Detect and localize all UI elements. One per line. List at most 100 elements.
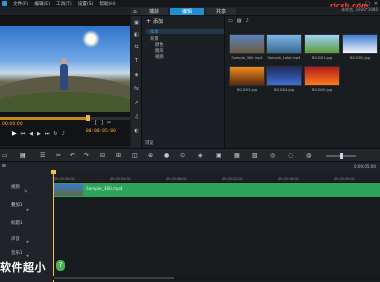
watermark-badge: ? [56,260,65,271]
player-timecode[interactable]: 00:00:05:00 [86,129,116,134]
library-thumbnail-caption: BG-B02.jpg [349,56,371,60]
graphic-icon[interactable]: ◈ [133,72,140,79]
library-thumbnail[interactable] [266,66,302,86]
subtitle-icon[interactable]: ▣ [216,152,222,159]
library-thumbnail[interactable] [229,66,265,86]
mask-creator-icon[interactable]: ◎ [270,152,275,159]
zoom-slider-handle[interactable] [340,153,343,159]
next-frame-icon[interactable]: ▶ [37,131,41,137]
timeline-playhead[interactable] [53,170,54,282]
home-button[interactable]: ⌂ [131,8,139,15]
library-thumbnail[interactable] [342,34,378,54]
timeline-header [0,163,380,170]
multicam-icon[interactable]: ▦ [234,152,240,159]
storyboard-view-icon[interactable]: ▭ [2,152,8,159]
repeat-icon[interactable]: ↻ [53,131,57,137]
library-thumbnail-caption: BG-B05.jpg [311,88,333,92]
speed-icon[interactable]: ◌ [288,152,293,159]
split-icon[interactable]: ✂ [107,120,111,126]
chapter-icon[interactable]: ⊟ [100,152,105,159]
track-voice-icon[interactable]: ◂ [26,240,28,245]
path-icon[interactable]: ↗ [133,100,140,107]
timeline-zoom-value: 0:00:05:00 [354,164,376,169]
ruler-tick: 00:00:16:00 [278,177,299,181]
preview-sun [82,30,100,48]
filter-audio-icon[interactable]: ♪ [245,18,248,24]
redo-icon[interactable]: ↷ [84,152,89,159]
app-window: 文件(F) 编辑(E) 工具(T) 设置(S) 帮助(H) – □ ✕ rjcx… [0,0,380,282]
track-video-icon[interactable]: ✎ [24,190,28,195]
library-thumbnail-caption: Sample_Lake.mp4 [267,56,301,60]
tree-item-video[interactable]: 视频 [155,54,164,60]
library-thumbnail[interactable] [304,34,340,54]
filter-photo-icon[interactable]: ▨ [237,18,242,24]
timeline-add-track-icon[interactable]: ⊞ [2,164,6,169]
tab-capture[interactable]: 捕获 [140,8,168,15]
library-thumbnail-caption: BG-B04.jpg [273,88,295,92]
transition-icon[interactable]: ⇆ [133,44,140,51]
go-start-icon[interactable]: ⏮ [21,131,26,137]
project-info: 未命名, 1920*1080 [341,7,378,13]
track-manager-icon[interactable]: ☰ [40,152,45,159]
split-screen-icon[interactable]: ⊕ [148,152,153,159]
menu-edit[interactable]: 编辑(E) [34,1,50,7]
library-thumbnail[interactable] [266,34,302,54]
prev-frame-icon[interactable]: ◀ [29,131,33,137]
media-icon[interactable]: ▣ [133,20,140,27]
360-icon[interactable]: ◍ [306,152,311,159]
stop-motion-icon[interactable]: ▧ [252,152,258,159]
ruler-tick: 00:00:12:00 [222,177,243,181]
preview-person [60,64,68,90]
motion-tracking-icon[interactable]: ◈ [198,152,203,159]
undo-icon[interactable]: ↶ [70,152,75,159]
mark-out-icon[interactable]: ] [101,120,103,126]
timeline-tracks[interactable] [53,183,380,282]
menu-help[interactable]: 帮助(H) [99,1,115,7]
home-icon: ⌂ [133,8,137,15]
timeline-view-icon[interactable]: ▤ [20,152,26,159]
mix-icon[interactable]: ⊙ [180,152,185,159]
scissors-icon[interactable]: ✂ [56,152,61,159]
preview-window[interactable] [0,26,130,112]
timeline-playhead-handle[interactable] [51,170,56,174]
library-thumbnail-caption: BG-B03.jpg [236,88,258,92]
app-logo [2,1,7,6]
record-icon[interactable]: ● [164,152,169,159]
add-folder-button[interactable]: 添加 [153,18,163,25]
video-clip-label: Sample_360.mp4 [86,186,123,191]
close-icon[interactable]: ✕ [374,1,378,7]
add-icon[interactable]: + [146,18,151,25]
audio-icon[interactable]: ♫ [133,114,140,121]
menu-file[interactable]: 文件(F) [13,1,28,7]
title-bar: 文件(F) 编辑(E) 工具(T) 设置(S) 帮助(H) – □ ✕ [0,0,380,7]
ruler-tick: 00:00:20:00 [334,177,355,181]
track-label-music: 音乐1 [11,251,23,256]
library-thumbnail[interactable] [229,34,265,54]
tree-item-sample[interactable]: 样本 [150,29,159,35]
mark-in-icon[interactable]: [ [95,120,97,126]
filter-video-icon[interactable]: ▭ [228,18,233,24]
go-end-icon[interactable]: ⏭ [45,131,50,137]
watermark-text: 软件超小 [0,261,46,274]
menu-settings[interactable]: 设置(S) [78,1,94,7]
timeline-ruler[interactable] [53,170,380,183]
title-icon[interactable]: T [133,58,140,65]
fit-icon[interactable]: ⊞ [116,152,121,159]
mask-icon[interactable]: ◐ [133,128,140,135]
browse-button[interactable]: 浏览 [145,140,154,146]
menu-tools[interactable]: 工具(T) [56,1,72,7]
track-overlay-icon[interactable]: ◂ [26,208,28,213]
volume-icon[interactable]: ♪ [62,131,65,137]
library-thumbnail[interactable] [304,66,340,86]
tab-edit[interactable]: 编辑 [170,8,204,15]
snapshot-icon[interactable]: ◫ [132,152,138,159]
library-thumbnail-caption: Sample_360.mp4 [231,56,263,60]
scrub-handle[interactable] [86,115,90,121]
tab-share[interactable]: 共享 [206,8,236,15]
fx-icon[interactable]: fx [133,86,140,93]
library-grid-toolbar: ▭ ▨ ♪ [226,17,380,25]
library-header: + 添加 [143,17,225,25]
play-icon[interactable]: ▶ [12,130,17,137]
instant-project-icon[interactable]: ◧ [133,32,140,39]
timeline-scrollbar-thumb[interactable] [54,277,174,279]
